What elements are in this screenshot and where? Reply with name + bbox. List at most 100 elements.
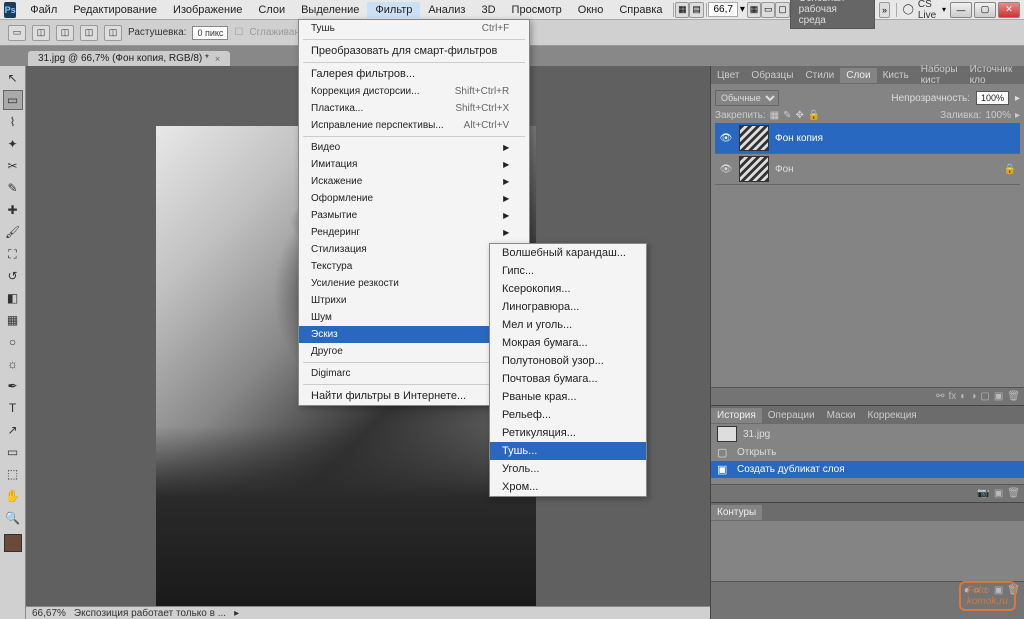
filter-vanishing-point[interactable]: Исправление перспективы...Alt+Ctrl+V: [299, 117, 529, 134]
menu-analysis[interactable]: Анализ: [420, 2, 473, 18]
opacity-input[interactable]: 100%: [976, 91, 1009, 105]
shape-tool[interactable]: ▭: [3, 442, 23, 462]
menu-filter[interactable]: Фильтр: [367, 2, 420, 18]
bridge-icon[interactable]: ▦: [675, 2, 689, 18]
gradient-tool[interactable]: ▦: [3, 310, 23, 330]
layer-row[interactable]: 👁 Фон 🔒: [715, 154, 1020, 185]
history-row[interactable]: ▢ Открыть: [711, 444, 1024, 461]
new-layer-icon[interactable]: ▣: [994, 391, 1003, 402]
group-icon[interactable]: ▢: [980, 391, 989, 402]
boolean-add-icon[interactable]: ◫: [56, 25, 74, 41]
sketch-item[interactable]: Почтовая бумага...: [490, 370, 646, 388]
filter-liquify[interactable]: Пластика...Shift+Ctrl+X: [299, 100, 529, 117]
sketch-item[interactable]: Ретикуляция...: [490, 424, 646, 442]
tab-masks[interactable]: Маски: [821, 408, 862, 423]
hand-tool[interactable]: ✋: [3, 486, 23, 506]
maximize-button[interactable]: ▢: [974, 2, 996, 18]
pen-tool[interactable]: ✒: [3, 376, 23, 396]
lock-transparency-icon[interactable]: ▦: [770, 110, 779, 121]
tab-actions[interactable]: Операции: [762, 408, 821, 423]
lasso-tool[interactable]: ⌇: [3, 112, 23, 132]
layer-thumbnail[interactable]: [739, 125, 769, 151]
feather-input[interactable]: 0 пикс: [192, 26, 228, 40]
sketch-item[interactable]: Гипс...: [490, 262, 646, 280]
filter-group-item[interactable]: Рендеринг▶: [299, 224, 529, 241]
filter-group-item[interactable]: Видео▶: [299, 139, 529, 156]
sketch-item[interactable]: Ксерокопия...: [490, 280, 646, 298]
close-tab-icon[interactable]: ×: [215, 54, 220, 64]
filter-group-item[interactable]: Размытие▶: [299, 207, 529, 224]
marquee-shape-icon[interactable]: ◫: [32, 25, 50, 41]
menu-select[interactable]: Выделение: [293, 2, 367, 18]
menu-view[interactable]: Просмотр: [504, 2, 570, 18]
blend-mode-select[interactable]: Обычные: [715, 90, 779, 106]
boolean-intersect-icon[interactable]: ◫: [104, 25, 122, 41]
tab-adjustments[interactable]: Коррекция: [862, 408, 923, 423]
sketch-item[interactable]: Мел и уголь...: [490, 316, 646, 334]
visibility-icon[interactable]: 👁: [719, 131, 733, 145]
menu-window[interactable]: Окно: [570, 2, 612, 18]
eraser-tool[interactable]: ◧: [3, 288, 23, 308]
tab-channels[interactable]: Каналы: [1018, 68, 1024, 83]
history-brush-tool[interactable]: ↺: [3, 266, 23, 286]
sketch-item[interactable]: Линогравюра...: [490, 298, 646, 316]
type-tool[interactable]: T: [3, 398, 23, 418]
3d-tool[interactable]: ⬚: [3, 464, 23, 484]
tab-styles[interactable]: Стили: [799, 68, 840, 83]
filter-group-item[interactable]: Искажение▶: [299, 173, 529, 190]
menu-3d[interactable]: 3D: [473, 2, 503, 18]
lock-pixels-icon[interactable]: ✎: [783, 110, 791, 121]
marquee-tool[interactable]: ▭: [3, 90, 23, 110]
status-zoom[interactable]: 66,67%: [32, 608, 66, 619]
filter-group-item[interactable]: Оформление▶: [299, 190, 529, 207]
tab-layers[interactable]: Слои: [840, 68, 876, 83]
filter-last[interactable]: ТушьCtrl+F: [299, 20, 529, 37]
new-doc-icon[interactable]: ▣: [994, 488, 1003, 499]
tab-brush[interactable]: Кисть: [877, 68, 915, 83]
menu-layers[interactable]: Слои: [250, 2, 293, 18]
delete-icon[interactable]: 🗑: [1007, 391, 1020, 402]
filter-lens-correction[interactable]: Коррекция дисторсии...Shift+Ctrl+R: [299, 83, 529, 100]
layer-thumbnail[interactable]: [739, 156, 769, 182]
move-tool[interactable]: ↖: [3, 68, 23, 88]
sketch-item[interactable]: Хром...: [490, 478, 646, 496]
tab-swatches[interactable]: Образцы: [745, 68, 799, 83]
tool-preset-icon[interactable]: ▭: [8, 25, 26, 41]
zoom-display[interactable]: 66,7: [708, 2, 737, 17]
visibility-icon[interactable]: 👁: [719, 162, 733, 176]
mini-bridge-icon[interactable]: ▤: [689, 2, 703, 18]
menu-edit[interactable]: Редактирование: [65, 2, 165, 18]
tab-paths[interactable]: Контуры: [711, 505, 762, 520]
tab-history[interactable]: История: [711, 408, 762, 423]
dodge-tool[interactable]: ☼: [3, 354, 23, 374]
arrange-icon[interactable]: ▭: [761, 2, 775, 18]
workspace-switcher[interactable]: Основная рабочая среда: [790, 0, 875, 29]
brush-tool[interactable]: 🖌: [3, 222, 23, 242]
lock-all-icon[interactable]: 🔒: [808, 110, 820, 121]
sketch-item[interactable]: Тушь...: [490, 442, 646, 460]
cs-live-label[interactable]: CS Live: [918, 0, 938, 21]
sketch-item[interactable]: Рельеф...: [490, 406, 646, 424]
fill-input[interactable]: 100%: [985, 110, 1011, 121]
eyedropper-tool[interactable]: ✎: [3, 178, 23, 198]
fx-icon[interactable]: fx: [949, 391, 957, 402]
crop-tool[interactable]: ✂: [3, 156, 23, 176]
sketch-item[interactable]: Полутоновой узор...: [490, 352, 646, 370]
filter-convert-smart[interactable]: Преобразовать для смарт-фильтров: [299, 42, 529, 60]
layer-row[interactable]: 👁 Фон копия: [715, 123, 1020, 154]
view-extras-icon[interactable]: ▦: [747, 2, 761, 18]
layer-name[interactable]: Фон копия: [775, 133, 1016, 144]
path-tool[interactable]: ↗: [3, 420, 23, 440]
sketch-item[interactable]: Мокрая бумага...: [490, 334, 646, 352]
stamp-tool[interactable]: ⛶: [3, 244, 23, 264]
filter-group-item[interactable]: Имитация▶: [299, 156, 529, 173]
blur-tool[interactable]: ○: [3, 332, 23, 352]
boolean-sub-icon[interactable]: ◫: [80, 25, 98, 41]
menu-help[interactable]: Справка: [611, 2, 670, 18]
adjustment-icon[interactable]: ◑: [970, 391, 976, 402]
healing-tool[interactable]: ✚: [3, 200, 23, 220]
screen-mode-icon[interactable]: ▢: [775, 2, 789, 18]
close-button[interactable]: ✕: [998, 2, 1020, 18]
filter-gallery[interactable]: Галерея фильтров...: [299, 65, 529, 83]
document-tab[interactable]: 31.jpg @ 66,7% (Фон копия, RGB/8) * ×: [28, 51, 230, 66]
